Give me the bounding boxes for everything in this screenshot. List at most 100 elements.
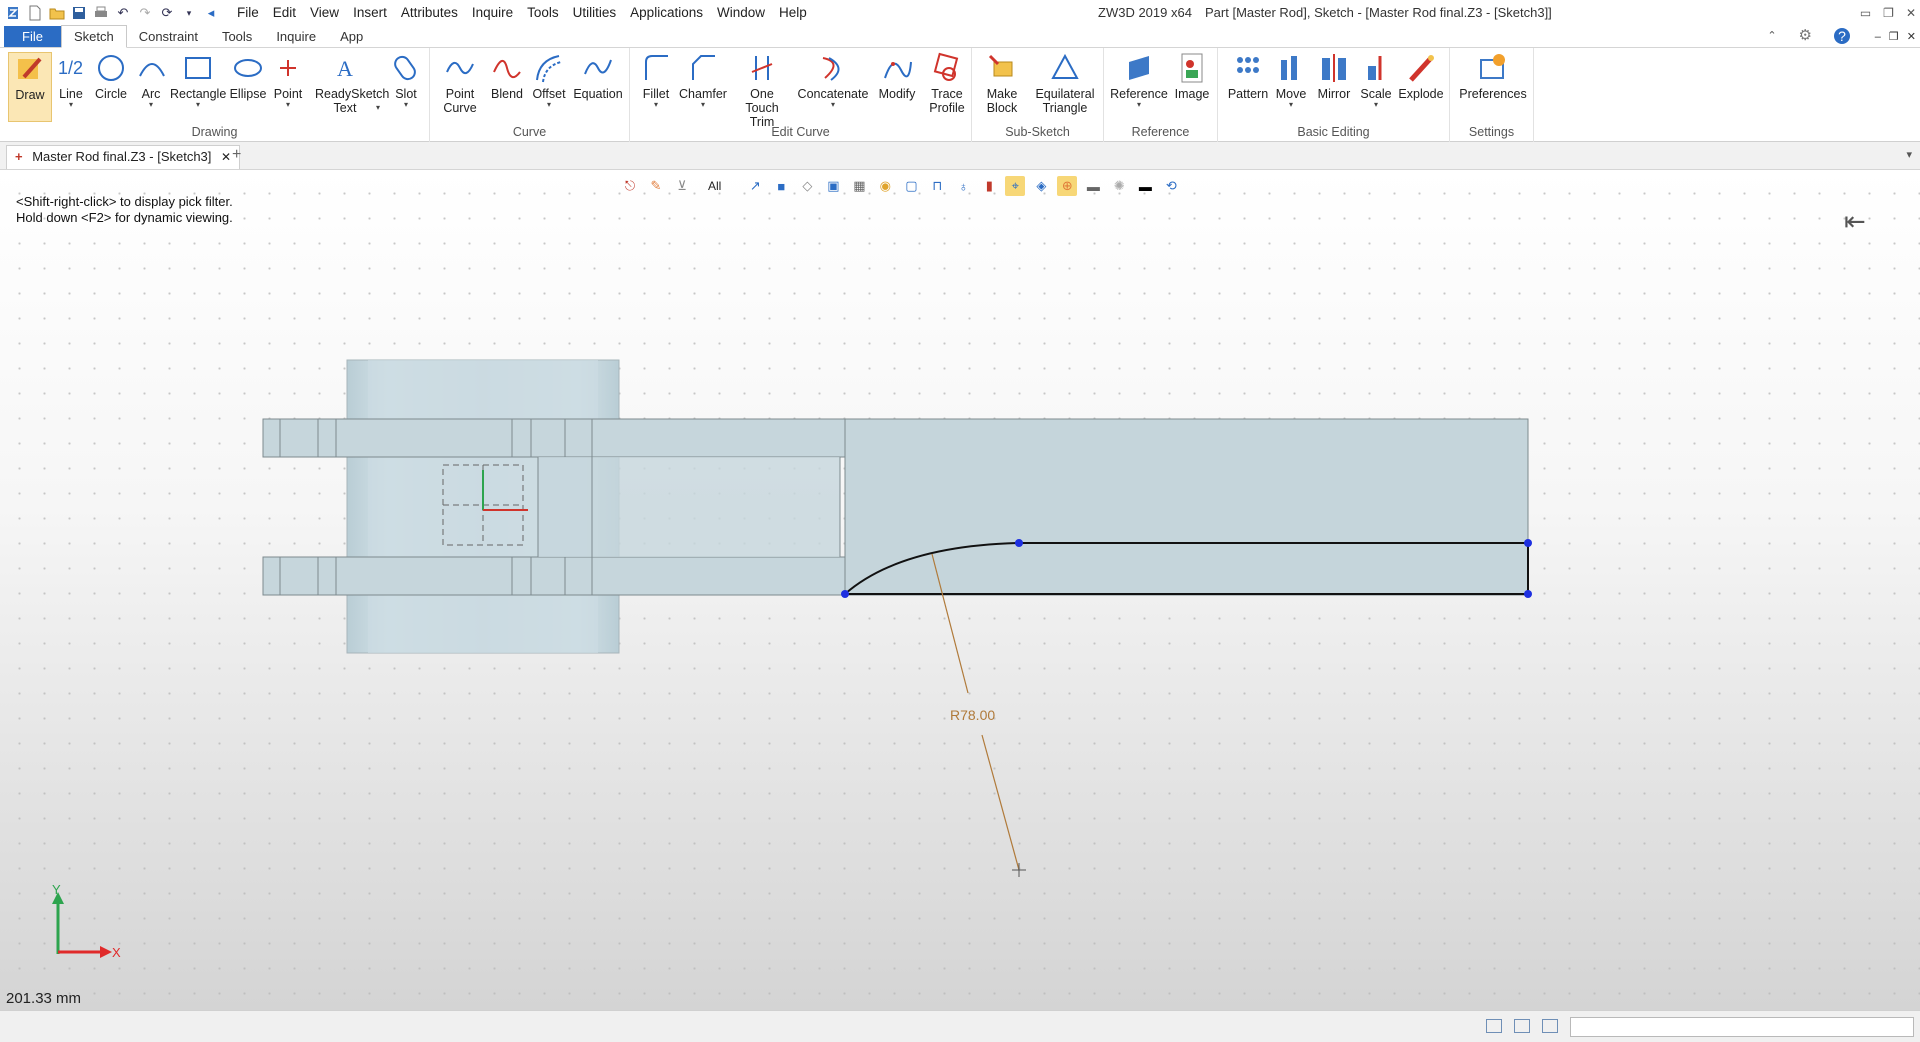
- status-view-icon-1[interactable]: [1486, 1019, 1502, 1033]
- fillet-button[interactable]: Fillet ▾: [638, 52, 674, 109]
- save-icon[interactable]: [70, 4, 88, 22]
- group-curve: Point Curve Blend Offset ▾ Equation Curve: [430, 48, 630, 142]
- equation-label: Equation: [573, 87, 623, 101]
- point-button[interactable]: Point ▾: [272, 52, 304, 109]
- concatenate-button[interactable]: Concatenate ▾: [796, 52, 870, 109]
- sketch-point[interactable]: [841, 590, 849, 598]
- sketch-point[interactable]: [1524, 590, 1532, 598]
- make-block-button[interactable]: Make Block: [980, 52, 1024, 115]
- tab-sketch[interactable]: Sketch: [60, 25, 127, 48]
- menu-applications[interactable]: Applications: [623, 0, 710, 26]
- lower-fork-arm[interactable]: [262, 556, 846, 596]
- slot-button[interactable]: Slot ▾: [386, 52, 426, 109]
- one-touch-trim-button[interactable]: One Touch Trim: [730, 52, 794, 129]
- tab-constraint[interactable]: Constraint: [127, 26, 210, 47]
- explode-button[interactable]: Explode: [1396, 52, 1446, 101]
- print-icon[interactable]: [92, 4, 110, 22]
- preferences-label: Preferences: [1459, 87, 1527, 101]
- tab-file[interactable]: File: [4, 26, 61, 47]
- minimize-icon[interactable]: ▭: [1860, 0, 1871, 26]
- rectangle-button[interactable]: Rectangle ▾: [170, 52, 226, 109]
- preferences-button[interactable]: Preferences: [1456, 52, 1530, 101]
- open-folder-icon[interactable]: [48, 4, 66, 22]
- reference-label: Reference: [1110, 87, 1168, 101]
- equilateral-triangle-button[interactable]: Equilateral Triangle: [1030, 52, 1100, 115]
- graphics-viewport[interactable]: <Shift-right-click> to display pick filt…: [0, 170, 1920, 1010]
- close-icon[interactable]: ✕: [1906, 0, 1916, 26]
- app-logo-icon[interactable]: [4, 4, 22, 22]
- sketch-point[interactable]: [1015, 539, 1023, 547]
- pattern-button[interactable]: Pattern: [1226, 52, 1270, 101]
- pattern-label: Pattern: [1227, 87, 1269, 101]
- point-curve-button[interactable]: Point Curve: [438, 52, 482, 115]
- mirror-label: Mirror: [1317, 87, 1351, 101]
- new-file-icon[interactable]: [26, 4, 44, 22]
- image-button[interactable]: Image: [1170, 52, 1214, 101]
- equation-button[interactable]: Equation: [570, 52, 626, 101]
- rod-shank-region[interactable]: [538, 457, 840, 557]
- document-tab[interactable]: + Master Rod final.Z3 - [Sketch3] ✕: [6, 145, 241, 169]
- tab-list-dropdown-icon[interactable]: ▾: [1906, 148, 1912, 161]
- arc-button[interactable]: Arc ▾: [136, 52, 166, 109]
- ellipse-button[interactable]: Ellipse: [228, 52, 268, 101]
- pin-icon: +: [15, 149, 23, 164]
- rebuild-icon[interactable]: ⟳: [158, 4, 176, 22]
- redo-icon[interactable]: ↷: [136, 4, 154, 22]
- restore-icon[interactable]: ❐: [1883, 0, 1894, 26]
- readysketch-text-button[interactable]: A ReadySketch Text ▾: [310, 52, 389, 115]
- modify-icon: [884, 61, 912, 79]
- mirror-icon: [1322, 54, 1346, 82]
- point-label: Point: [273, 87, 303, 101]
- slot-label: Slot: [395, 87, 417, 101]
- modify-button[interactable]: Modify: [874, 52, 920, 101]
- reference-button[interactable]: Reference ▾: [1110, 52, 1168, 109]
- menu-file[interactable]: File: [230, 0, 266, 26]
- offset-label: Offset: [532, 87, 566, 101]
- menu-view[interactable]: View: [303, 0, 346, 26]
- command-input[interactable]: [1570, 1017, 1914, 1037]
- status-view-icon-2[interactable]: [1514, 1019, 1530, 1033]
- line-button[interactable]: 1/2 Line ▾: [56, 52, 86, 109]
- collapse-menu-icon[interactable]: ◂: [202, 4, 220, 22]
- radius-dimension-label[interactable]: R78.00: [950, 707, 995, 723]
- trace-profile-button[interactable]: Trace Profile: [924, 52, 970, 115]
- menu-help[interactable]: Help: [772, 0, 814, 26]
- sketch-point[interactable]: [1524, 539, 1532, 547]
- scale-button[interactable]: Scale ▾: [1358, 52, 1394, 109]
- tab-tools[interactable]: Tools: [210, 26, 264, 47]
- upper-fork-arm[interactable]: [262, 418, 846, 458]
- rod-body[interactable]: [844, 418, 1529, 596]
- menu-inquire[interactable]: Inquire: [465, 0, 520, 26]
- move-button[interactable]: Move ▾: [1272, 52, 1310, 109]
- status-view-icon-3[interactable]: [1542, 1019, 1558, 1033]
- mirror-button[interactable]: Mirror: [1312, 52, 1356, 101]
- group-sub-sketch: Make Block Equilateral Triangle Sub-Sket…: [972, 48, 1104, 142]
- group-reference: Reference ▾ Image Reference: [1104, 48, 1218, 142]
- chamfer-button[interactable]: Chamfer ▾: [678, 52, 728, 109]
- offset-button[interactable]: Offset ▾: [530, 52, 568, 109]
- arc-label: Arc: [141, 87, 161, 101]
- ribbon-tab-bar: File Sketch Constraint Tools Inquire App: [0, 25, 1920, 48]
- concatenate-icon: [822, 57, 840, 81]
- circle-icon: [98, 55, 124, 81]
- tab-inquire[interactable]: Inquire: [264, 26, 328, 47]
- menu-utilities[interactable]: Utilities: [566, 0, 624, 26]
- customize-dropdown-icon[interactable]: ▾: [180, 4, 198, 22]
- menu-window[interactable]: Window: [710, 0, 772, 26]
- tab-app[interactable]: App: [328, 26, 375, 47]
- blend-icon: [493, 60, 521, 79]
- undo-icon[interactable]: ↶: [114, 4, 132, 22]
- arc-center-mark: [1012, 863, 1026, 877]
- draw-button[interactable]: Draw: [8, 52, 52, 122]
- menu-insert[interactable]: Insert: [346, 0, 394, 26]
- blend-button[interactable]: Blend: [488, 52, 526, 101]
- menu-tools[interactable]: Tools: [520, 0, 566, 26]
- menu-attributes[interactable]: Attributes: [394, 0, 465, 26]
- circle-button[interactable]: Circle: [92, 52, 130, 101]
- menu-edit[interactable]: Edit: [266, 0, 303, 26]
- add-tab-icon[interactable]: +: [232, 146, 241, 164]
- group-drawing: Draw 1/2 Line ▾ Circle Arc ▾ Rectangle ▾ El…: [0, 48, 430, 142]
- document-tab-close-icon[interactable]: ✕: [221, 150, 231, 164]
- point-icon: [280, 60, 296, 76]
- document-title: Part [Master Rod], Sketch - [Master Rod …: [1205, 5, 1552, 20]
